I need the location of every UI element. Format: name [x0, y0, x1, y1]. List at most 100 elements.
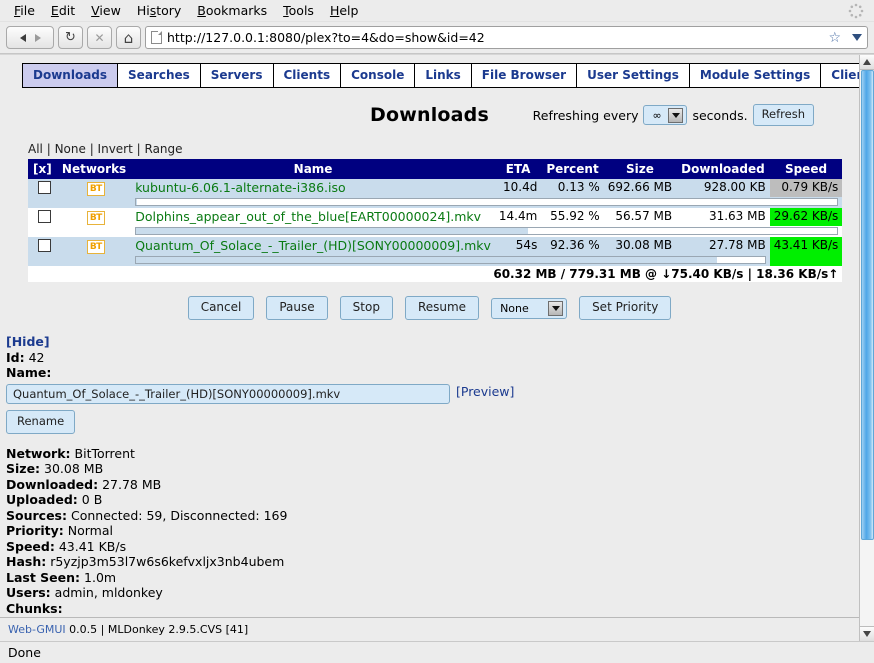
chevron-up-icon [863, 59, 871, 65]
vertical-scrollbar[interactable] [859, 55, 874, 641]
col-eta[interactable]: ETA [495, 159, 541, 179]
tab-file-browser[interactable]: File Browser [471, 63, 576, 88]
download-name-link[interactable]: kubuntu-6.06.1-alternate-i386.iso [135, 180, 345, 195]
menu-view[interactable]: View [83, 1, 129, 20]
bittorrent-icon: BT [87, 182, 105, 196]
web-page: Downloads Searches Servers Clients Conso… [0, 55, 859, 641]
col-networks-label[interactable]: Networks [62, 162, 126, 176]
row-checkbox-cell[interactable] [28, 179, 60, 197]
select-invert-link[interactable]: Invert [98, 142, 133, 156]
table-body: BT kubuntu-6.06.1-alternate-i386.iso 10.… [28, 179, 842, 282]
meta-value: 43.41 KB/s [59, 539, 126, 554]
progress-bar [135, 198, 838, 206]
progress-fill [136, 257, 716, 263]
tab-label: Links [425, 68, 460, 82]
col-percent[interactable]: Percent [541, 159, 603, 179]
row-checkbox-cell[interactable] [28, 208, 60, 226]
col-speed[interactable]: Speed [770, 159, 843, 179]
preview-link[interactable]: [Preview] [456, 384, 514, 400]
chevron-down-icon[interactable] [852, 34, 862, 41]
download-name-link[interactable]: Quantum_Of_Solace_-_Trailer_(HD)[SONY000… [135, 238, 491, 253]
stop-button[interactable]: ✕ [87, 26, 112, 49]
meta-label: Speed: [6, 539, 55, 554]
tab-links[interactable]: Links [414, 63, 470, 88]
menu-tools[interactable]: Tools [275, 1, 322, 20]
progress-cell [131, 255, 770, 266]
menu-edit[interactable]: Edit [43, 1, 83, 20]
reload-icon: ↻ [65, 30, 76, 45]
resume-button[interactable]: Resume [405, 296, 479, 320]
row-checkbox[interactable] [38, 239, 51, 252]
select-all-link[interactable]: All [28, 142, 43, 156]
col-checkall-label[interactable]: [x] [33, 162, 52, 176]
tab-client-settings[interactable]: Client Settings [820, 63, 859, 88]
menu-file[interactable]: File [6, 1, 43, 20]
row-checkbox[interactable] [38, 181, 51, 194]
tab-downloads[interactable]: Downloads [22, 63, 117, 88]
refresh-button[interactable]: Refresh [753, 104, 814, 126]
tab-servers[interactable]: Servers [200, 63, 273, 88]
row-name-cell[interactable]: Quantum_Of_Solace_-_Trailer_(HD)[SONY000… [131, 237, 495, 255]
rename-button[interactable]: Rename [6, 410, 75, 434]
meta-value: Normal [68, 523, 113, 538]
chevron-down-icon[interactable] [668, 108, 683, 123]
hide-details-link[interactable]: [Hide] [6, 334, 50, 349]
scroll-down-button[interactable] [860, 626, 874, 641]
select-none-link[interactable]: None [55, 142, 86, 156]
cancel-button[interactable]: Cancel [188, 296, 255, 320]
scrollbar-track[interactable] [860, 70, 874, 626]
pause-button[interactable]: Pause [266, 296, 327, 320]
page-title: Downloads [370, 104, 489, 126]
row-size: 30.08 MB [604, 237, 676, 255]
tab-searches[interactable]: Searches [117, 63, 200, 88]
col-downloaded[interactable]: Downloaded [676, 159, 770, 179]
col-size[interactable]: Size [604, 159, 676, 179]
rename-input[interactable] [6, 384, 450, 404]
scrollbar-thumb[interactable] [861, 70, 874, 540]
menu-help[interactable]: Help [322, 1, 367, 20]
back-icon[interactable] [20, 34, 26, 42]
tab-clients[interactable]: Clients [273, 63, 341, 88]
address-bar[interactable]: http://127.0.0.1:8080/plex?to=4&do=show&… [145, 26, 868, 49]
web-gmui-link[interactable]: Web-GMUI [8, 623, 66, 636]
row-checkbox[interactable] [38, 210, 51, 223]
meta-label: Size: [6, 461, 40, 476]
menu-bookmarks[interactable]: Bookmarks [189, 1, 275, 20]
row-checkbox-cell[interactable] [28, 237, 60, 255]
row-name-cell[interactable]: Dolphins_appear_out_of_the_blue[EART0000… [131, 208, 495, 226]
menu-history[interactable]: History [129, 1, 189, 20]
browser-statusbar: Done [0, 641, 874, 663]
reload-button[interactable]: ↻ [58, 26, 83, 49]
table-row[interactable]: BT Quantum_Of_Solace_-_Trailer_(HD)[SONY… [28, 237, 842, 255]
row-eta: 14.4m [495, 208, 541, 226]
col-name[interactable]: Name [131, 159, 495, 179]
chevron-down-icon[interactable] [548, 301, 563, 316]
meta-value: BitTorrent [75, 446, 135, 461]
select-range-link[interactable]: Range [145, 142, 183, 156]
refresh-interval-select[interactable]: ∞ [643, 105, 687, 125]
tab-user-settings[interactable]: User Settings [576, 63, 689, 88]
home-button[interactable]: ⌂ [116, 26, 141, 49]
meta-value: Connected: 59, Disconnected: 169 [71, 508, 287, 523]
col-networks[interactable]: [x] Networks [28, 159, 131, 179]
table-row[interactable]: BT kubuntu-6.06.1-alternate-i386.iso 10.… [28, 179, 842, 197]
stop-button[interactable]: Stop [340, 296, 393, 320]
tab-module-settings[interactable]: Module Settings [689, 63, 820, 88]
table-row[interactable]: BT Dolphins_appear_out_of_the_blue[EART0… [28, 208, 842, 226]
priority-select[interactable]: None [491, 298, 567, 319]
meta-value: 30.08 MB [44, 461, 103, 476]
downloads-table: [x] Networks Name ETA Percent Size Downl… [28, 159, 842, 282]
page-header: Downloads Refreshing every ∞ seconds. Re… [0, 102, 859, 128]
row-name-cell[interactable]: kubuntu-6.06.1-alternate-i386.iso [131, 179, 495, 197]
back-forward-buttons[interactable] [6, 26, 54, 49]
tab-console[interactable]: Console [340, 63, 414, 88]
refresh-controls: Refreshing every ∞ seconds. Refresh [533, 104, 814, 126]
download-name-link[interactable]: Dolphins_appear_out_of_the_blue[EART0000… [135, 209, 481, 224]
meta-label: Last Seen: [6, 570, 80, 585]
forward-icon[interactable] [35, 34, 41, 42]
set-priority-button[interactable]: Set Priority [579, 296, 671, 320]
bookmark-star-icon[interactable]: ☆ [828, 30, 841, 46]
meta-label: Hash: [6, 554, 46, 569]
meta-label: Users: [6, 585, 51, 600]
scroll-up-button[interactable] [860, 55, 874, 70]
